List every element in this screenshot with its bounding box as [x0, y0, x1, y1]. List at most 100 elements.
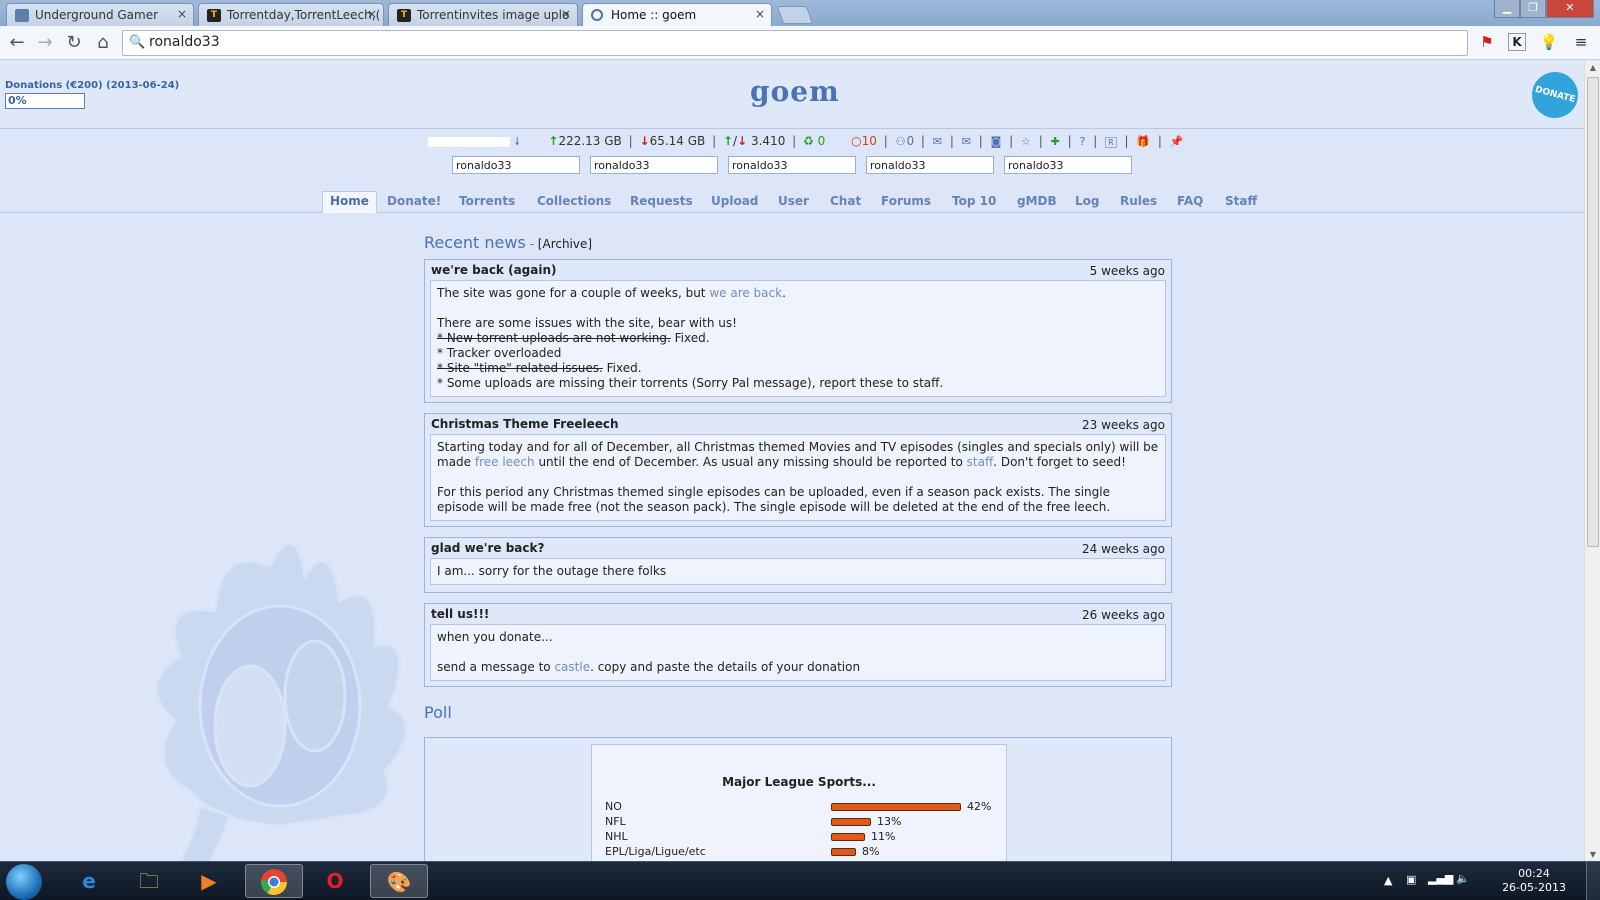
minimize-button[interactable]: ▁	[1494, 0, 1520, 18]
volume-icon[interactable]: 🔈	[1456, 872, 1470, 885]
inbox-icon[interactable]: ✉	[933, 135, 942, 148]
nav-collections[interactable]: Collections	[537, 194, 611, 208]
scroll-up-icon[interactable]: ▲	[1585, 63, 1600, 72]
nav-home[interactable]: Home	[322, 191, 377, 213]
search-input-3[interactable]	[728, 156, 856, 174]
we-are-back-link[interactable]: we are back	[709, 286, 782, 300]
outbox-icon[interactable]: ✉	[962, 135, 971, 148]
search-input-5[interactable]	[1004, 156, 1132, 174]
tab-home-goem[interactable]: Home :: goem ×	[582, 3, 772, 27]
search-input-2[interactable]	[590, 156, 718, 174]
start-button[interactable]	[6, 864, 42, 900]
news-text: The site was gone for a couple of weeks,…	[437, 286, 710, 300]
nav-top-10[interactable]: Top 10	[952, 194, 996, 208]
opera-icon[interactable]: O	[308, 864, 362, 898]
chrome-icon[interactable]	[245, 864, 303, 898]
poll-box: Major League Sports... NO 42% NFL 13% NH…	[424, 737, 1172, 861]
show-desktop-button[interactable]	[1586, 862, 1600, 900]
poll-option-percent: 11%	[871, 830, 896, 843]
news-text: * Some uploads are missing their torrent…	[437, 376, 944, 390]
plus-icon[interactable]: ✚	[1051, 135, 1060, 148]
search-input-4[interactable]	[866, 156, 994, 174]
address-input[interactable]	[149, 34, 1449, 50]
internet-explorer-icon[interactable]: e	[62, 864, 116, 898]
gift-icon[interactable]: 🎁	[1136, 135, 1150, 148]
tab-underground-gamer[interactable]: Underground Gamer ×	[6, 3, 194, 26]
reload-icon[interactable]: ↻	[62, 31, 86, 55]
network-icon[interactable]: ▂▄▆	[1428, 872, 1453, 885]
ratio-value: 3.410	[750, 134, 786, 148]
nav-donate[interactable]: Donate!	[387, 194, 441, 208]
message-count[interactable]: 0	[906, 134, 914, 148]
bonus-points[interactable]: 10	[862, 134, 877, 148]
download-arrow-icon[interactable]: 🠗	[515, 133, 520, 152]
poll-option-label: EPL/Liga/Ligue/etc	[605, 845, 706, 858]
news-title: we're back (again)	[431, 263, 557, 277]
close-icon[interactable]: ×	[177, 7, 187, 21]
close-window-button[interactable]: ✕	[1546, 0, 1594, 18]
archive-link[interactable]: [Archive]	[538, 237, 592, 251]
close-icon[interactable]: ×	[561, 7, 571, 21]
nav-log[interactable]: Log	[1075, 194, 1099, 208]
nav-chat[interactable]: Chat	[830, 194, 861, 208]
restore-button[interactable]: ❐	[1520, 0, 1546, 18]
windows-taskbar: e 🗀 ▶ O 🎨 ▲ ▣ ▂▄▆ 🔈 00:24 26-05-2013	[0, 861, 1600, 900]
users-icon[interactable]: ⚇	[896, 135, 906, 148]
home-icon[interactable]: ⌂	[91, 31, 115, 55]
paint-icon[interactable]: 🎨	[370, 864, 428, 898]
nav-forums[interactable]: Forums	[881, 194, 931, 208]
media-player-icon[interactable]: ▶	[182, 864, 236, 898]
star-icon[interactable]: ☆	[1021, 135, 1031, 148]
tab-torrentday[interactable]: T Torrentday,TorrentLeech,( ×	[198, 3, 384, 26]
tab-title: Underground Gamer	[35, 8, 159, 22]
staff-link[interactable]: staff	[967, 455, 994, 469]
tray-app-icon[interactable]: ▣	[1406, 873, 1416, 886]
forward-icon[interactable]: →	[33, 31, 57, 55]
free-leech-link[interactable]: free leech	[475, 455, 535, 469]
nav-gmdb[interactable]: gMDB	[1017, 194, 1057, 208]
news-date: 24 weeks ago	[1082, 542, 1165, 556]
recent-news-title: Recent news	[424, 233, 526, 252]
ratio-down-icon: ↓	[737, 134, 748, 148]
back-icon[interactable]: ←	[5, 31, 29, 55]
bonus-ring-icon[interactable]: ○	[851, 134, 861, 148]
nav-requests[interactable]: Requests	[630, 194, 693, 208]
clock-time: 00:24	[1518, 867, 1550, 880]
donate-badge-button[interactable]: DONATE	[1526, 66, 1584, 124]
poll-panel: Major League Sports... NO 42% NFL 13% NH…	[591, 744, 1007, 861]
scroll-down-icon[interactable]: ▼	[1585, 850, 1600, 859]
nav-faq[interactable]: FAQ	[1177, 194, 1203, 208]
close-icon[interactable]: ×	[367, 7, 377, 21]
menu-icon[interactable]: ≡	[1570, 31, 1592, 53]
nav-upload[interactable]: Upload	[711, 194, 758, 208]
tray-expand-icon[interactable]: ▲	[1384, 874, 1392, 887]
search-input-1[interactable]	[452, 156, 580, 174]
close-icon[interactable]: ×	[755, 7, 765, 21]
nav-user[interactable]: User	[778, 194, 809, 208]
address-bar[interactable]: 🔍	[122, 30, 1468, 56]
page-scrollbar[interactable]: ▲ ▼	[1584, 61, 1600, 861]
poll-option-percent: 13%	[877, 815, 902, 828]
nav-rules[interactable]: Rules	[1120, 194, 1157, 208]
nav-staff[interactable]: Staff	[1225, 194, 1257, 208]
tab-torrentinvites[interactable]: T Torrentinvites image uplo ×	[388, 3, 578, 26]
donations-link[interactable]: Donations (€200) (2013-06-24)	[5, 80, 179, 91]
extension-k-icon[interactable]: K	[1508, 33, 1526, 51]
site-logo[interactable]: goem	[750, 75, 840, 108]
rss-icon[interactable]: ◙	[991, 135, 1002, 148]
file-explorer-icon[interactable]: 🗀	[122, 864, 176, 898]
scrollbar-thumb[interactable]	[1587, 77, 1599, 547]
news-text: when you donate...	[437, 630, 553, 644]
r-icon[interactable]: R	[1105, 137, 1117, 148]
user-status-bar: 🠗 ↑222.13 GB | ↓65.14 GB | ↑/↓ 3.410 | ♻…	[428, 133, 1184, 149]
nav-torrents[interactable]: Torrents	[459, 194, 515, 208]
new-tab-button[interactable]	[776, 6, 814, 24]
lightbulb-icon[interactable]: 💡	[1538, 31, 1560, 53]
poll-option-label: NHL	[605, 830, 628, 843]
extension-flag-icon[interactable]: ⚑	[1476, 31, 1498, 53]
pin-icon[interactable]: 📌	[1170, 135, 1184, 148]
site-header: Donations (€200) (2013-06-24) 0% goem DO…	[0, 61, 1584, 129]
clock[interactable]: 00:24 26-05-2013	[1502, 867, 1566, 895]
help-icon[interactable]: ?	[1080, 135, 1086, 148]
castle-link[interactable]: castle	[554, 660, 590, 674]
